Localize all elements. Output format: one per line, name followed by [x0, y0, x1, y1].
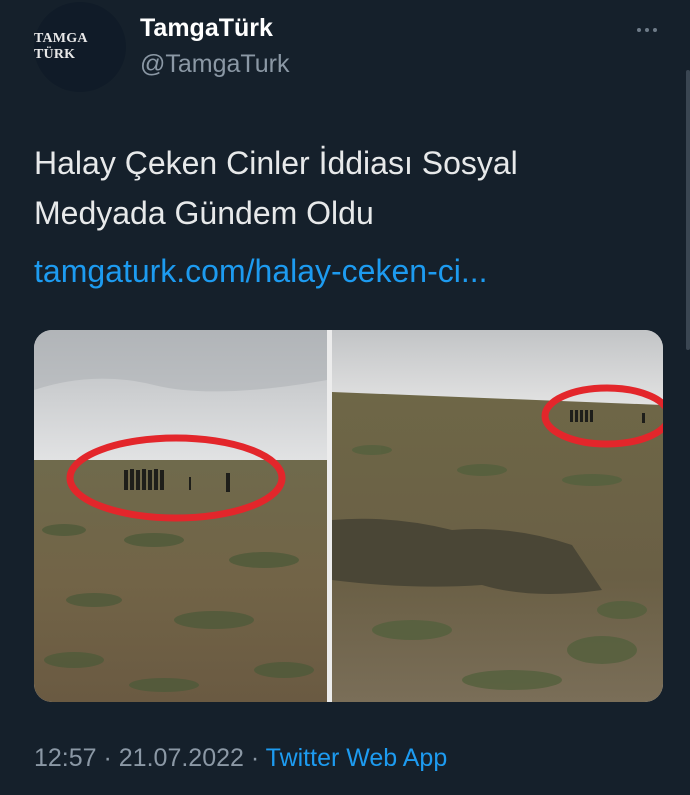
- meta-separator: ·: [243, 744, 266, 772]
- media-photo-left[interactable]: [34, 330, 327, 702]
- more-horizontal-icon-dot: [653, 28, 657, 32]
- media-photo-right[interactable]: [332, 330, 663, 702]
- tweet-source[interactable]: Twitter Web App: [266, 744, 448, 772]
- tweet-link[interactable]: tamgaturk.com/halay-ceken-ci...: [34, 246, 654, 296]
- meta-separator: ·: [96, 744, 119, 772]
- more-options-button[interactable]: [630, 18, 664, 42]
- tweet: TAMGA TÜRK TamgaTürk @TamgaTurk Halay Çe…: [0, 0, 690, 795]
- avatar-logo-text: TAMGA TÜRK: [34, 31, 87, 62]
- tweet-text-line: Medyada Gündem Oldu: [34, 195, 374, 231]
- tweet-media[interactable]: [34, 330, 663, 702]
- author-handle[interactable]: @TamgaTurk: [140, 50, 290, 79]
- author-display-name[interactable]: TamgaTürk: [140, 14, 273, 43]
- tweet-text-line: Halay Çeken Cinler İddiası Sosyal: [34, 145, 518, 181]
- scrollbar[interactable]: [686, 70, 690, 350]
- tweet-time[interactable]: 12:57: [34, 744, 97, 772]
- tweet-text: Halay Çeken Cinler İddiası Sosyal Medyad…: [34, 138, 654, 238]
- more-horizontal-icon: [637, 28, 641, 32]
- tweet-meta: 12:57 · 21.07.2022 · Twitter Web App: [34, 744, 447, 773]
- more-horizontal-icon-dot: [645, 28, 649, 32]
- avatar[interactable]: TAMGA TÜRK: [34, 2, 126, 92]
- tweet-date[interactable]: 21.07.2022: [119, 744, 244, 772]
